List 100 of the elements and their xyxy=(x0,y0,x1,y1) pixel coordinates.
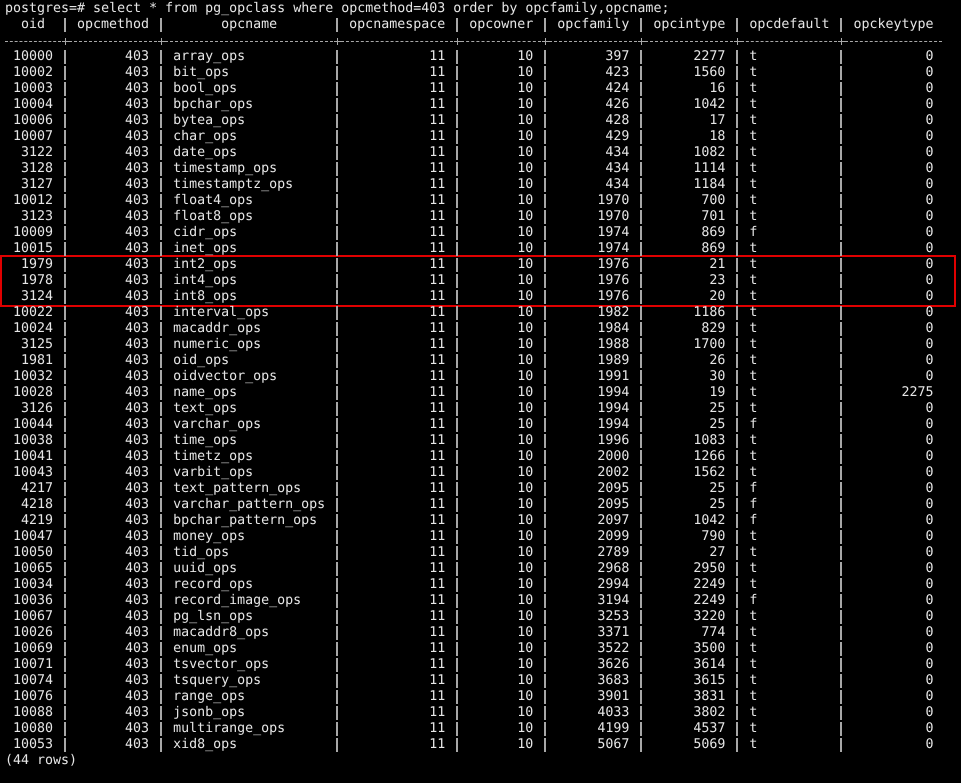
table-cell-text: t xyxy=(748,465,758,481)
table-cell-text: cidr_ops xyxy=(172,225,238,241)
table-cell-text: 2968 xyxy=(596,561,630,577)
table-cell-text: 11 xyxy=(428,273,446,289)
table-cell-text: oid_ops xyxy=(172,353,230,369)
table-cell-text: 11 xyxy=(428,401,446,417)
table-cell-text: 10006 xyxy=(12,113,54,129)
column-header: opcdefault xyxy=(748,17,830,33)
table-cell-text: t xyxy=(748,609,758,625)
table-cell-text: varchar_pattern_ops xyxy=(172,497,326,513)
table-cell-text: 0 xyxy=(924,81,935,97)
table-cell-text: t xyxy=(748,401,758,417)
table-cell-text: t xyxy=(748,81,758,97)
table-cell-text: int4_ops xyxy=(172,273,238,289)
table-cell-text: 10 xyxy=(516,721,534,737)
table-cell-text: 11 xyxy=(428,353,446,369)
table-cell-text: 403 xyxy=(124,689,150,705)
table-cell-text: oidvector_ops xyxy=(172,369,278,385)
table-cell-text: 0 xyxy=(924,545,935,561)
table-cell-text: 869 xyxy=(700,241,726,257)
table-cell-text: timetz_ops xyxy=(172,449,254,465)
table-cell-text: t xyxy=(748,737,758,753)
table-cell-text: 0 xyxy=(924,657,935,673)
table-cell-text: 0 xyxy=(924,145,935,161)
table-cell-text: 10 xyxy=(516,385,534,401)
table-cell-text: 1042 xyxy=(692,97,726,113)
table-cell-text: 2277 xyxy=(692,49,726,65)
table-cell-text: 10 xyxy=(516,481,534,497)
table-cell-text: 10 xyxy=(516,641,534,657)
table-cell-text: 1266 xyxy=(692,449,726,465)
table-cell-text: timestamp_ops xyxy=(172,161,278,177)
table-cell-text: 829 xyxy=(700,321,726,337)
table-cell-text: 403 xyxy=(124,449,150,465)
table-cell-text: 10 xyxy=(516,305,534,321)
table-cell-text: 3127 xyxy=(20,177,54,193)
table-cell-text: tsquery_ops xyxy=(172,673,262,689)
table-cell-text: 3626 xyxy=(596,657,630,673)
table-cell-text: f xyxy=(748,481,758,497)
table-cell-text: 10043 xyxy=(12,465,54,481)
table-cell-text: record_image_ops xyxy=(172,593,302,609)
table-cell-text: 11 xyxy=(428,657,446,673)
table-cell-text: t xyxy=(748,705,758,721)
table-cell-text: t xyxy=(748,577,758,593)
table-cell-text: 16 xyxy=(708,81,726,97)
table-cell-text: 10002 xyxy=(12,65,54,81)
table-cell-text: 10 xyxy=(516,577,534,593)
table-cell-text: money_ops xyxy=(172,529,246,545)
table-cell-text: bool_ops xyxy=(172,81,238,97)
table-cell-text: 0 xyxy=(924,721,935,737)
table-cell-text: time_ops xyxy=(172,433,238,449)
table-cell-text: 426 xyxy=(604,97,630,113)
table-cell-text: 403 xyxy=(124,673,150,689)
table-cell-text: bpchar_pattern_ops xyxy=(172,513,318,529)
table-cell-text: tsvector_ops xyxy=(172,657,270,673)
table-cell-text: 3126 xyxy=(20,401,54,417)
table-cell-text: 11 xyxy=(428,481,446,497)
table-cell-text: 403 xyxy=(124,545,150,561)
table-cell-text: 11 xyxy=(428,193,446,209)
table-cell-text: 11 xyxy=(428,81,446,97)
table-cell-text: 1982 xyxy=(596,305,630,321)
table-cell-text: t xyxy=(748,385,758,401)
table-cell-text: 10 xyxy=(516,705,534,721)
table-cell-text: 1994 xyxy=(596,401,630,417)
table-cell-text: 0 xyxy=(924,705,935,721)
table-cell-text: float8_ops xyxy=(172,209,254,225)
table-cell-text: 0 xyxy=(924,97,935,113)
table-cell-text: 1984 xyxy=(596,321,630,337)
table-cell-text: float4_ops xyxy=(172,193,254,209)
table-cell-text: 0 xyxy=(924,689,935,705)
table-cell-text: 10080 xyxy=(12,721,54,737)
table-cell-text: 403 xyxy=(124,577,150,593)
table-cell-text: 11 xyxy=(428,161,446,177)
table-cell-text: xid8_ops xyxy=(172,737,238,753)
table-cell-text: 10 xyxy=(516,465,534,481)
table-cell-text: 424 xyxy=(604,81,630,97)
table-cell-text: 1988 xyxy=(596,337,630,353)
table-cell-text: 0 xyxy=(924,193,935,209)
table-cell-text: uuid_ops xyxy=(172,561,238,577)
table-cell-text: 403 xyxy=(124,529,150,545)
table-cell-text: tid_ops xyxy=(172,545,230,561)
table-cell-text: pg_lsn_ops xyxy=(172,609,254,625)
table-cell-text: 403 xyxy=(124,737,150,753)
table-cell-text: 0 xyxy=(924,625,935,641)
table-cell-text: 26 xyxy=(708,353,726,369)
table-cell-text: 1082 xyxy=(692,145,726,161)
table-cell-text: 10026 xyxy=(12,625,54,641)
table-cell-text: 4217 xyxy=(20,481,54,497)
table-cell-text: 403 xyxy=(124,225,150,241)
table-cell-text: 11 xyxy=(428,65,446,81)
table-cell-text: 0 xyxy=(924,513,935,529)
table-cell-text: 10 xyxy=(516,657,534,673)
table-cell-text: timestamptz_ops xyxy=(172,177,294,193)
table-cell-text: 10 xyxy=(516,513,534,529)
table-cell-text: 1970 xyxy=(596,193,630,209)
table-cell-text: 2095 xyxy=(596,481,630,497)
table-cell-text: 11 xyxy=(428,705,446,721)
table-cell-text: text_pattern_ops xyxy=(172,481,302,497)
table-cell-text: 0 xyxy=(924,673,935,689)
table-cell-text: f xyxy=(748,513,758,529)
table-cell-text: 10022 xyxy=(12,305,54,321)
